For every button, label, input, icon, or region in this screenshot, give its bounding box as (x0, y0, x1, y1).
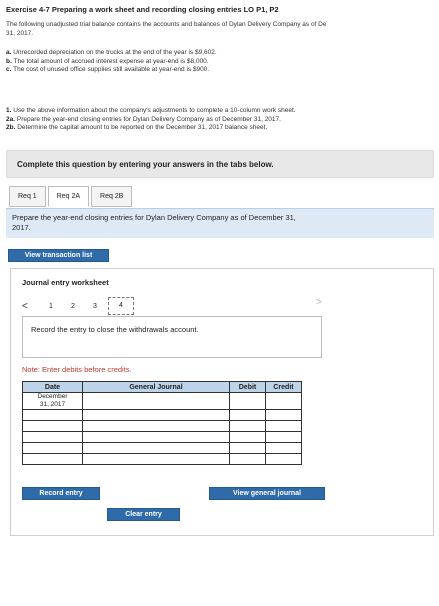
date-column-header: Date (22, 381, 83, 393)
entry-instruction: Record the entry to close the withdrawal… (31, 325, 199, 334)
view-general-journal-button[interactable]: View general journal (209, 487, 325, 500)
table-row (22, 442, 302, 454)
table-row (22, 420, 302, 432)
entry-instruction-box: Record the entry to close the withdrawal… (22, 316, 322, 358)
requirement-2b: 2b. Determine the capital amount to be r… (6, 124, 268, 131)
intro-paragraph: The following unadjusted trial balance c… (6, 21, 327, 37)
clear-entry-button[interactable]: Clear entry (107, 508, 180, 521)
requirement-2a: 2a. Prepare the year-end closing entries… (6, 115, 281, 123)
credit-input[interactable] (265, 442, 302, 454)
tab-req-2a[interactable]: Req 2A (47, 186, 90, 207)
debit-input[interactable] (229, 453, 266, 465)
page-3-button[interactable]: 3 (84, 303, 106, 310)
table-row (22, 409, 302, 421)
page-2-button[interactable]: 2 (62, 303, 84, 310)
requirement-prompt: Prepare the year-end closing entries for… (6, 208, 434, 238)
account-input[interactable] (82, 431, 230, 443)
credit-input[interactable] (265, 392, 302, 410)
debit-input[interactable] (229, 420, 266, 432)
debit-column-header: Debit (229, 381, 266, 393)
worksheet-pager: < 1 2 3 4 (22, 297, 134, 315)
debit-input[interactable] (229, 442, 266, 454)
complete-question-banner: Complete this question by entering your … (6, 150, 434, 178)
debit-credit-note: Note: Enter debits before credits. (22, 365, 132, 374)
table-row (22, 431, 302, 443)
date-cell: December 31, 2017 (22, 392, 83, 410)
requirement-1: 1. Use the above information about the c… (6, 107, 296, 114)
account-input[interactable] (82, 442, 230, 454)
credit-input[interactable] (265, 453, 302, 465)
info-item-a: a. Unrecorded depreciation on the trucks… (6, 49, 217, 56)
view-transaction-list-button[interactable]: View transaction list (8, 249, 109, 262)
page-1-button[interactable]: 1 (40, 303, 62, 310)
date-cell (22, 420, 83, 432)
journal-header-row: Date General Journal Debit Credit (22, 381, 302, 393)
info-item-c: c. The cost of unused office supplies st… (6, 66, 210, 73)
prompt-text: Prepare the year-end closing entries for… (12, 213, 296, 232)
exercise-title: Exercise 4-7 Preparing a work sheet and … (6, 5, 279, 14)
date-value: December 31, 2017 (37, 393, 68, 408)
credit-input[interactable] (265, 409, 302, 421)
tab-req-1[interactable]: Req 1 (9, 186, 46, 207)
date-cell (22, 442, 83, 454)
requirement-tabs: Req 1 Req 2A Req 2B (9, 186, 134, 208)
tab-req-2b[interactable]: Req 2B (91, 186, 133, 207)
debit-input[interactable] (229, 431, 266, 443)
worksheet-title: Journal entry worksheet (22, 278, 109, 287)
account-input[interactable] (82, 392, 230, 410)
journal-column-header: General Journal (82, 381, 230, 393)
table-row (22, 453, 302, 465)
debit-input[interactable] (229, 409, 266, 421)
debit-input[interactable] (229, 392, 266, 410)
adjustment-info-list: a. Unrecorded depreciation on the trucks… (6, 49, 217, 75)
credit-input[interactable] (265, 420, 302, 432)
requirements-list: 1. Use the above information about the c… (6, 107, 296, 133)
account-input[interactable] (82, 409, 230, 421)
chevron-left-icon[interactable]: < (22, 301, 40, 312)
date-cell (22, 453, 83, 465)
date-cell (22, 431, 83, 443)
record-entry-button[interactable]: Record entry (22, 487, 100, 500)
journal-table: Date General Journal Debit Credit Decemb… (22, 381, 302, 465)
date-cell (22, 409, 83, 421)
credit-column-header: Credit (265, 381, 302, 393)
table-row: December 31, 2017 (22, 392, 302, 410)
account-input[interactable] (82, 420, 230, 432)
chevron-right-icon[interactable]: > (316, 297, 322, 308)
info-item-b: b. The total amount of accrued interest … (6, 57, 209, 65)
account-input[interactable] (82, 453, 230, 465)
page-4-button[interactable]: 4 (108, 297, 134, 315)
credit-input[interactable] (265, 431, 302, 443)
